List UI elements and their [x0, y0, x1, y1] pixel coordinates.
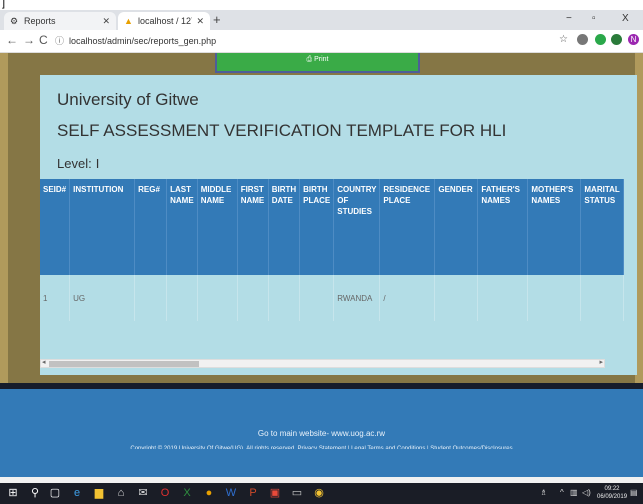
excel-icon[interactable]: X: [180, 486, 194, 500]
level-value: I: [95, 156, 100, 171]
level-label: Level:: [57, 156, 92, 171]
tray-up-arrow-icon[interactable]: ^: [560, 488, 564, 497]
url-text: localhost/admin/sec/reports_gen.php: [69, 35, 217, 46]
profile-avatar-icon[interactable]: N: [628, 34, 639, 45]
site-footer: Go to main website- www.uog.ac.rw Copyri…: [0, 389, 643, 452]
store-icon[interactable]: ⌂: [114, 486, 128, 500]
table-cell: RWANDA: [333, 275, 381, 321]
column-header: BIRTH PLACE: [299, 179, 335, 275]
column-header: COUNTRY OF STUDIES: [333, 179, 381, 275]
print-button[interactable]: ⎙ Print: [215, 53, 420, 73]
column-header: GENDER: [434, 179, 479, 275]
phpmyadmin-icon: ▲: [124, 15, 133, 26]
tab-close-icon[interactable]: ✕: [196, 16, 204, 27]
column-header: MARITAL STATUS: [580, 179, 625, 275]
forward-arrow-icon[interactable]: →: [23, 33, 35, 47]
table-cell: [166, 275, 198, 321]
column-header: INSTITUTION: [69, 179, 136, 275]
reload-icon[interactable]: C: [39, 33, 48, 47]
file-explorer-icon[interactable]: ▆: [92, 486, 106, 500]
tab-close-icon[interactable]: ✕: [102, 16, 110, 27]
column-header: BIRTH DATE: [268, 179, 301, 275]
tab-phpmyadmin[interactable]: ▲ localhost / 127.0.0.1 / sgsgac_isp ✕: [118, 12, 210, 30]
powerpoint-icon[interactable]: P: [246, 486, 260, 500]
column-header: FIRST NAME: [237, 179, 269, 275]
address-bar[interactable]: ⓘ localhost/admin/sec/reports_gen.php: [55, 33, 555, 48]
back-arrow-icon[interactable]: ←: [6, 33, 18, 47]
cmd-icon[interactable]: ▭: [290, 486, 304, 500]
extension-green-icon[interactable]: [595, 34, 606, 45]
extension-icon[interactable]: [577, 34, 588, 45]
table-cell: UG: [69, 275, 136, 321]
report-title: SELF ASSESSMENT VERIFICATION TEMPLATE FO…: [57, 121, 507, 140]
chrome-taskbar-icon[interactable]: ◉: [312, 486, 326, 500]
edge-icon[interactable]: e: [70, 486, 84, 500]
table-cell: [268, 275, 301, 321]
new-tab-button[interactable]: +: [213, 12, 221, 28]
table-horizontal-scrollbar[interactable]: ◂ ▸: [40, 359, 605, 368]
clock-time: 09:22: [604, 486, 620, 492]
network-icon[interactable]: ▥: [570, 488, 578, 497]
close-button[interactable]: X: [622, 13, 629, 24]
tab-title: Reports: [24, 16, 56, 26]
report-table: SEID# INSTITUTION REG# LAST NAME MIDDLE …: [40, 179, 625, 321]
opera-icon[interactable]: O: [158, 486, 172, 500]
table-cell: /: [379, 275, 436, 321]
word-icon[interactable]: W: [224, 486, 238, 500]
windows-start-icon[interactable]: ⊞: [6, 486, 20, 500]
table-cell: [527, 275, 582, 321]
table-cell: [197, 275, 238, 321]
taskbar-clock[interactable]: 09:22 06/09/2019: [597, 485, 627, 501]
access-icon[interactable]: ▣: [268, 486, 282, 500]
column-header: MOTHER'S NAMES: [527, 179, 582, 275]
clock-date: 06/09/2019: [597, 494, 628, 500]
tab-reports[interactable]: ⚙ Reports ✕: [4, 12, 116, 30]
table-row: 1 UG RWANDA /: [40, 275, 625, 321]
table-cell: [477, 275, 529, 321]
print-icon: ⎙: [306, 56, 313, 63]
level-line: Level: I: [57, 156, 99, 171]
minimize-button[interactable]: −: [566, 13, 572, 24]
column-header: RESIDENCE PLACE: [379, 179, 436, 275]
maximize-button[interactable]: ▫: [592, 13, 596, 24]
report-card: University of Gitwe SELF ASSESSMENT VERI…: [40, 75, 637, 375]
column-header: LAST NAME: [166, 179, 198, 275]
scroll-left-arrow-icon[interactable]: ◂: [42, 358, 46, 366]
column-header: FATHER'S NAMES: [477, 179, 529, 275]
extension-chart-icon[interactable]: [611, 34, 622, 45]
table-cell: [299, 275, 335, 321]
chrome-page-icon: ⚙: [10, 15, 19, 26]
table-cell: 1: [40, 275, 71, 321]
print-label: Print: [314, 56, 329, 63]
bookmark-star-icon[interactable]: ☆: [558, 34, 569, 45]
column-header: REG#: [134, 179, 168, 275]
column-header: MIDDLE NAME: [197, 179, 238, 275]
tab-title: localhost / 127.0.0.1 / sgsgac_isp: [138, 16, 192, 26]
table-header-row: SEID# INSTITUTION REG# LAST NAME MIDDLE …: [40, 179, 625, 275]
notifications-icon[interactable]: ▤: [630, 488, 638, 497]
column-header: SEID#: [40, 179, 71, 275]
info-icon[interactable]: ⓘ: [55, 34, 64, 47]
footer-background: [0, 449, 643, 477]
scroll-right-arrow-icon[interactable]: ▸: [599, 358, 603, 366]
browser-tab-strip: ⚙ Reports ✕ ▲ localhost / 127.0.0.1 / sg…: [0, 10, 643, 30]
table-cell: [237, 275, 269, 321]
search-icon[interactable]: ⚲: [28, 486, 42, 500]
table-cell: [134, 275, 168, 321]
university-name: University of Gitwe: [57, 90, 199, 109]
table-cell: [580, 275, 625, 321]
firefox-icon[interactable]: ●: [202, 486, 216, 500]
mail-icon[interactable]: ✉: [136, 486, 150, 500]
task-view-icon[interactable]: ▢: [48, 486, 62, 500]
windows-taskbar: ⊞ ⚲ ▢ e ▆ ⌂ ✉ O X ● W P ▣ ▭ ◉ ♗ ^ ▥ ◁) 0…: [0, 483, 643, 504]
table-cell: [434, 275, 479, 321]
corner-mark: ]: [2, 0, 6, 9]
scrollbar-thumb[interactable]: [49, 361, 199, 367]
main-website-link[interactable]: Go to main website- www.uog.ac.rw: [0, 429, 643, 438]
browser-toolbar: ← → C ⓘ localhost/admin/sec/reports_gen.…: [0, 30, 643, 53]
people-icon[interactable]: ♗: [540, 488, 547, 497]
volume-icon[interactable]: ◁): [582, 488, 591, 497]
